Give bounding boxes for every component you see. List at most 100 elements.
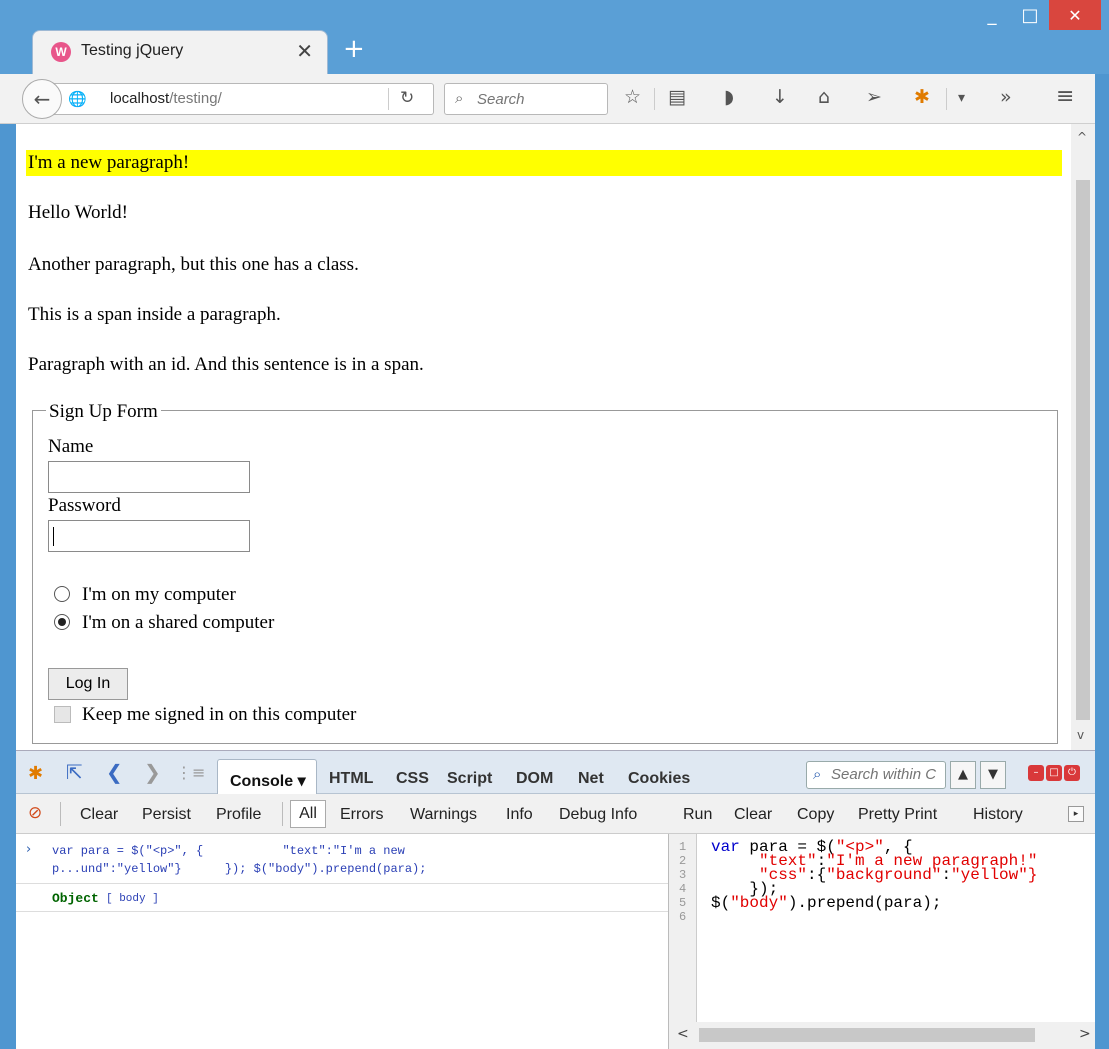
copy-button[interactable]: Copy — [797, 806, 834, 824]
toolbar-separator — [654, 88, 655, 110]
scroll-thumb[interactable] — [1076, 180, 1090, 720]
toolbar-separator — [946, 88, 947, 110]
tab-script[interactable]: Script — [447, 770, 492, 788]
expand-icon[interactable]: ▸ — [1068, 806, 1084, 822]
tab-html[interactable]: HTML — [329, 770, 373, 788]
firebug-dropdown-icon[interactable]: ▾ — [958, 90, 965, 106]
tab-net[interactable]: Net — [578, 770, 604, 788]
search-icon: ⌕ — [813, 765, 822, 783]
url-text[interactable]: localhost/testing/ — [110, 90, 222, 107]
pocket-icon[interactable]: ◗ — [724, 86, 734, 108]
firebug-search-input[interactable] — [831, 766, 943, 783]
text-caret — [53, 527, 54, 546]
class-paragraph: Another paragraph, but this one has a cl… — [28, 254, 359, 275]
filter-info-button[interactable]: Info — [506, 806, 533, 824]
clear-button[interactable]: Clear — [80, 806, 118, 824]
stop-icon[interactable]: ⊘ — [28, 803, 42, 823]
code-text: :{ — [807, 866, 827, 884]
inspect-icon[interactable]: ⇱ — [66, 760, 83, 784]
filter-warnings-button[interactable]: Warnings — [410, 806, 477, 824]
console-command-line: p...und":"yellow"} }); $("body").prepend… — [52, 862, 427, 876]
search-input[interactable] — [477, 89, 601, 109]
password-input[interactable] — [48, 520, 250, 552]
search-up-button[interactable]: ▲ — [950, 761, 976, 789]
tab-dom[interactable]: DOM — [516, 770, 553, 788]
keep-signed-in-label: Keep me signed in on this computer — [82, 704, 357, 725]
history-button[interactable]: History — [973, 806, 1023, 824]
firebug-detach-button[interactable]: □ — [1046, 765, 1062, 781]
url-separator — [388, 88, 389, 110]
minimize-button[interactable]: _ — [973, 0, 1011, 30]
tab-close-icon[interactable]: ✕ — [296, 39, 313, 63]
firebug-search[interactable]: ⌕ — [806, 761, 946, 789]
persist-button[interactable]: Persist — [142, 806, 191, 824]
url-host: localhost — [110, 90, 170, 107]
pretty-print-button[interactable]: Pretty Print — [858, 806, 937, 824]
editor-horizontal-scrollbar[interactable]: < > — [669, 1022, 1095, 1049]
reading-list-icon[interactable]: ▤ — [668, 86, 686, 108]
titlebar: _ □ ✕ W Testing jQuery ✕ + — [0, 0, 1109, 74]
multiline-icon[interactable]: ⋮≡ — [176, 763, 205, 782]
keep-signed-in-checkbox[interactable] — [54, 706, 71, 723]
toolbar-separator — [60, 802, 61, 826]
filter-errors-button[interactable]: Errors — [340, 806, 384, 824]
command-editor[interactable]: 1 2 3 4 5 6 var para = $("<p>", { "text"… — [668, 834, 1095, 1049]
console-result-row[interactable]: Object [ body ] — [16, 886, 668, 912]
scroll-up-icon[interactable]: ^ — [1077, 130, 1087, 144]
home-icon[interactable]: ⌂ — [818, 86, 830, 108]
result-type: Object — [52, 891, 99, 906]
reload-icon[interactable]: ↻ — [400, 88, 414, 108]
firebug-minimize-button[interactable]: – — [1028, 765, 1044, 781]
radio-shared-computer[interactable] — [54, 614, 70, 630]
page-scrollbar[interactable]: ^ v — [1071, 124, 1095, 750]
code-string: "background" — [826, 866, 942, 884]
search-down-button[interactable]: ▼ — [980, 761, 1006, 789]
tab-console-label: Console — [230, 773, 294, 790]
console-command-row[interactable]: › var para = $("<p>", { "text":"I'm a ne… — [16, 834, 668, 884]
scroll-down-icon[interactable]: v — [1077, 728, 1084, 742]
code-text: $( — [711, 894, 731, 912]
search-bar[interactable]: ⌕ — [444, 83, 608, 115]
window-border — [1095, 74, 1109, 1049]
download-icon[interactable]: ↓ — [772, 86, 788, 108]
firebug-icon[interactable]: ✱ — [914, 86, 930, 108]
globe-icon: 🌐 — [68, 90, 87, 108]
forward-arrow-icon[interactable]: ❯ — [144, 760, 161, 784]
tab-cookies[interactable]: Cookies — [628, 770, 690, 788]
editor-clear-button[interactable]: Clear — [734, 806, 772, 824]
line-number: 6 — [679, 910, 687, 924]
back-button[interactable]: ← — [22, 79, 62, 119]
menu-icon[interactable]: ≡ — [1056, 84, 1074, 109]
scroll-left-icon[interactable]: < — [677, 1026, 689, 1042]
tab-css[interactable]: CSS — [396, 770, 429, 788]
back-arrow-icon[interactable]: ❮ — [106, 760, 123, 784]
hello-paragraph: Hello World! — [28, 202, 128, 223]
firebug-logo-icon[interactable]: ✱ — [28, 763, 43, 784]
maximize-button[interactable]: □ — [1011, 0, 1049, 30]
scroll-right-icon[interactable]: > — [1079, 1026, 1091, 1042]
chevron-down-icon: ▾ — [297, 773, 306, 790]
line-number: 5 — [679, 896, 687, 910]
result-value[interactable]: [ body ] — [106, 893, 159, 905]
radio-my-computer[interactable] — [54, 586, 70, 602]
send-icon[interactable]: ➢ — [866, 86, 882, 108]
name-input[interactable] — [48, 461, 250, 493]
overflow-icon[interactable]: » — [1000, 86, 1012, 108]
prompt-icon: › — [26, 842, 32, 857]
tab-console[interactable]: Console ▾ — [217, 759, 317, 796]
line-number: 3 — [679, 868, 687, 882]
profile-button[interactable]: Profile — [216, 806, 261, 824]
filter-all-button[interactable]: All — [290, 800, 326, 828]
close-window-button[interactable]: ✕ — [1049, 0, 1101, 30]
firebug-close-button[interactable]: ⏻ — [1064, 765, 1080, 781]
bookmark-star-icon[interactable]: ☆ — [624, 86, 641, 108]
filter-debug-info-button[interactable]: Debug Info — [559, 806, 637, 824]
scroll-thumb[interactable] — [699, 1028, 1035, 1042]
code-line: "css":{"background":"yellow"} — [759, 866, 1037, 884]
search-icon: ⌕ — [455, 89, 464, 107]
new-tab-button[interactable]: + — [343, 34, 365, 64]
run-button[interactable]: Run — [683, 806, 712, 824]
login-button[interactable]: Log In — [48, 668, 128, 700]
tab-testing-jquery[interactable]: W Testing jQuery ✕ — [32, 30, 328, 74]
url-bar[interactable]: 🌐 localhost/testing/ ↻ — [54, 83, 434, 115]
